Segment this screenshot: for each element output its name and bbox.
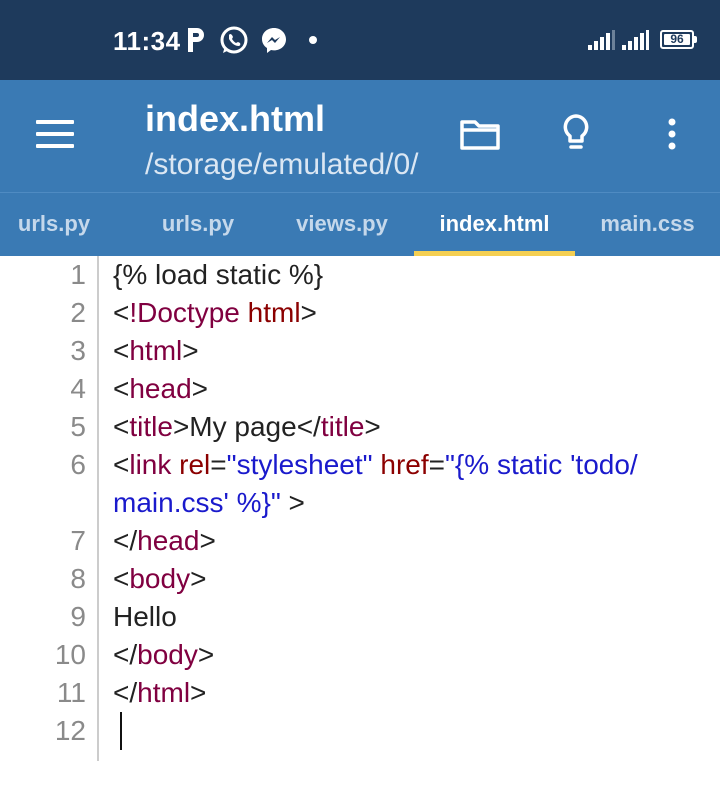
code-token: main.css' %}" [113,487,281,518]
code-token: > [172,411,190,442]
file-tabs: urls.py urls.py views.py index.html main… [0,192,720,256]
code-token: </ [113,639,138,670]
code-token: title [129,411,173,442]
whatsapp-icon [220,26,248,54]
line-number: 8 [70,563,86,594]
code-token: title [320,411,365,442]
p-icon [188,28,204,52]
file-path: /storage/emulated/0/ [145,148,419,181]
code-token: > [364,411,381,442]
signal-icon [588,30,615,50]
code-token: > [280,487,305,518]
code-token: < [113,373,130,404]
code-line: </html> [113,674,206,712]
code-token: html [129,335,183,366]
menu-icon[interactable] [36,120,76,150]
code-token: link [129,449,172,480]
code-line: {% load static %} [113,256,323,294]
code-token: rel [179,449,211,480]
code-token: "{% static 'todo/ [444,449,638,480]
lightbulb-icon[interactable] [552,110,600,158]
code-line: <html> [113,332,199,370]
file-title: index.html [145,98,326,139]
status-time: 11:34 [113,26,181,56]
line-number: 5 [70,411,86,442]
code-token: > [190,677,207,708]
battery-level: 96 [670,32,684,46]
code-token: = [210,449,227,480]
code-token: head [129,373,192,404]
line-number: 10 [54,639,86,670]
code-token: > [199,525,216,556]
messenger-icon [262,28,286,53]
gutter-divider [97,256,99,761]
more-vert-icon[interactable] [648,110,696,158]
code-line: </body> [113,636,214,674]
folder-icon[interactable] [456,110,504,158]
code-token: = [428,449,445,480]
line-number: 7 [70,525,86,556]
code-token: html [247,297,301,328]
battery-icon: 96 [660,30,694,49]
code-token: Hello [113,601,177,632]
code-editor[interactable]: 1 2 3 4 5 6 7 8 9 10 11 12 {% load static %} <!Doctyp… [0,256,720,805]
code-line: Hello [113,598,177,636]
battery-tip [694,36,697,43]
code-line: <link rel="stylesheet" href="{% static '… [113,446,638,484]
code-token: < [113,335,130,366]
code-token: > [190,563,207,594]
code-line: main.css' %}" > [113,484,305,522]
line-number: 3 [70,335,86,366]
code-token: {% load static %} [113,259,324,290]
code-token: </ [296,411,321,442]
code-token: My page [189,411,297,442]
code-line: <head> [113,370,208,408]
code-line: <!Doctype html> [113,294,317,332]
code-token: "stylesheet" [226,449,373,480]
code-token: head [137,525,200,556]
line-number: 12 [54,715,86,746]
code-line: <title>My page</title> [113,408,381,446]
code-token: body [129,563,191,594]
code-token: href [380,449,429,480]
line-number: 4 [70,373,86,404]
code-token: > [300,297,317,328]
line-number: 6 [70,449,86,480]
code-token: > [197,639,215,670]
line-number: 2 [70,297,86,328]
dot-icon [309,36,317,44]
code-token: < [113,563,130,594]
line-number: 11 [56,677,86,708]
code-token: < [113,297,130,328]
tab-views-py[interactable]: views.py [270,193,414,256]
line-number: 9 [70,601,86,632]
code-token: body [137,639,198,670]
tab-index-html[interactable]: index.html [414,193,575,256]
code-token: < [113,411,130,442]
tab-main-css[interactable]: main.css [575,193,720,256]
code-token: < [113,449,130,480]
tab-urls-py-2[interactable]: urls.py [126,193,270,256]
text-cursor [120,712,122,750]
code-token: </ [113,677,138,708]
signal-icon [622,30,649,50]
code-line: <body> [113,560,206,598]
code-token: > [182,335,199,366]
status-bar: 11:34 96 [0,0,720,80]
code-token: > [191,373,209,404]
line-number: 1 [70,259,86,290]
code-token: html [137,677,191,708]
code-token: !Doctype [129,297,240,328]
app-bar: index.html /storage/emulated/0/ [0,80,720,192]
tab-urls-py[interactable]: urls.py [0,193,108,256]
code-token: </ [113,525,138,556]
code-line: </head> [113,522,216,560]
